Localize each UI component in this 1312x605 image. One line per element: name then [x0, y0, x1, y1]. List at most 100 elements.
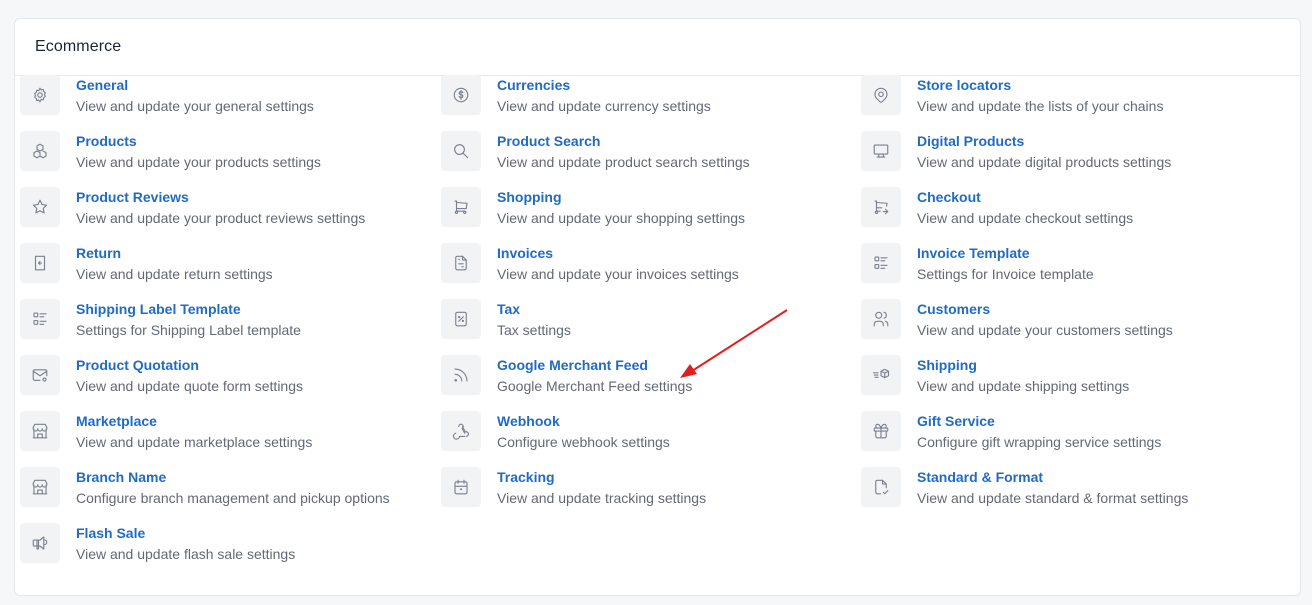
settings-item-product-search[interactable]: Product Search View and update product se… — [441, 130, 841, 174]
settings-item-tax[interactable]: Tax Tax settings — [441, 298, 841, 342]
receipt-tax-icon — [441, 299, 481, 339]
settings-item-title[interactable]: Currencies — [497, 76, 711, 94]
gift-icon — [861, 411, 901, 451]
settings-item-description: View and update your product reviews set… — [76, 210, 366, 226]
settings-item-text: Shopping View and update your shopping se… — [497, 186, 745, 228]
settings-item-title[interactable]: Products — [76, 132, 321, 150]
settings-item-shipping[interactable]: Shipping View and update shipping setting… — [861, 354, 1261, 398]
building-store-icon — [20, 467, 60, 507]
settings-item-title[interactable]: Product Search — [497, 132, 750, 150]
settings-item-marketplace[interactable]: Marketplace View and update marketplace s… — [20, 410, 420, 454]
settings-item-title[interactable]: Tax — [497, 300, 571, 318]
settings-item-tracking[interactable]: Tracking View and update tracking setting… — [441, 466, 841, 510]
settings-item-shopping[interactable]: Shopping View and update your shopping se… — [441, 186, 841, 230]
settings-item-google-merchant-feed[interactable]: Google Merchant Feed Google Merchant Feed… — [441, 354, 841, 398]
settings-item-description: Google Merchant Feed settings — [497, 378, 693, 394]
settings-item-store-locators[interactable]: Store locators View and update the lists … — [861, 74, 1261, 118]
settings-item-currencies[interactable]: Currencies View and update currency setti… — [441, 74, 841, 118]
settings-item-description: View and update your products settings — [76, 154, 321, 170]
settings-item-text: Products View and update your products se… — [76, 130, 321, 172]
settings-item-return[interactable]: Return View and update return settings — [20, 242, 420, 286]
settings-item-description: View and update tracking settings — [497, 490, 707, 506]
settings-item-text: Product Search View and update product se… — [497, 130, 750, 172]
card-title: Ecommerce — [35, 38, 122, 55]
map-pin-icon — [861, 75, 901, 115]
settings-item-title[interactable]: Store locators — [917, 76, 1163, 94]
return-receipt-icon — [20, 243, 60, 283]
settings-item-invoices[interactable]: Invoices View and update your invoices se… — [441, 242, 841, 286]
settings-item-title[interactable]: Checkout — [917, 188, 1133, 206]
settings-item-description: View and update digital products setting… — [917, 154, 1172, 170]
settings-item-title[interactable]: Shopping — [497, 188, 745, 206]
cubes-icon — [20, 131, 60, 171]
settings-item-customers[interactable]: Customers View and update your customers … — [861, 298, 1261, 342]
settings-item-checkout[interactable]: Checkout View and update checkout setting… — [861, 186, 1261, 230]
file-check-icon — [861, 467, 901, 507]
settings-item-title[interactable]: Tracking — [497, 468, 706, 486]
settings-item-title[interactable]: Standard & Format — [917, 468, 1188, 486]
settings-item-title[interactable]: Product Quotation — [76, 356, 303, 374]
settings-item-title[interactable]: Customers — [917, 300, 1173, 318]
settings-item-invoice-template[interactable]: Invoice Template Settings for Invoice tem… — [861, 242, 1261, 286]
monitor-icon — [861, 131, 901, 171]
settings-item-description: Tax settings — [497, 322, 571, 338]
settings-item-title[interactable]: Branch Name — [76, 468, 390, 486]
settings-item-description: View and update standard & format settin… — [917, 490, 1189, 506]
settings-item-title[interactable]: Google Merchant Feed — [497, 356, 692, 374]
settings-item-title[interactable]: Flash Sale — [76, 524, 295, 542]
list-details-icon — [861, 243, 901, 283]
calendar-clock-icon — [441, 467, 481, 507]
settings-item-description: View and update return settings — [76, 266, 273, 282]
settings-item-product-reviews[interactable]: Product Reviews View and update your prod… — [20, 186, 420, 230]
settings-item-title[interactable]: Gift Service — [917, 412, 1161, 430]
settings-item-title[interactable]: Invoice Template — [917, 244, 1094, 262]
settings-item-text: Product Reviews View and update your prod… — [76, 186, 365, 228]
truck-delivery-icon — [861, 355, 901, 395]
settings-item-digital-products[interactable]: Digital Products View and update digital … — [861, 130, 1261, 174]
settings-item-text: Shipping View and update shipping setting… — [917, 354, 1129, 396]
file-invoice-icon — [441, 243, 481, 283]
settings-item-product-quotation[interactable]: Product Quotation View and update quote f… — [20, 354, 420, 398]
settings-item-description: View and update your shopping settings — [497, 210, 746, 226]
settings-item-description: Configure gift wrapping service settings — [917, 434, 1162, 450]
settings-item-title[interactable]: Invoices — [497, 244, 739, 262]
settings-item-title[interactable]: General — [76, 76, 314, 94]
settings-item-title[interactable]: Digital Products — [917, 132, 1171, 150]
settings-item-title[interactable]: Shipping — [917, 356, 1129, 374]
star-icon — [20, 187, 60, 227]
settings-item-general[interactable]: General View and update your general sett… — [20, 74, 420, 118]
store-icon — [20, 411, 60, 451]
settings-item-text: Branch Name Configure branch management a… — [76, 466, 390, 508]
settings-item-description: View and update your customers settings — [917, 322, 1173, 338]
settings-item-text: Flash Sale View and update flash sale set… — [76, 522, 295, 564]
settings-item-text: Invoice Template Settings for Invoice tem… — [917, 242, 1094, 284]
settings-item-description: View and update flash sale settings — [76, 546, 296, 562]
settings-item-standard-and-format[interactable]: Standard & Format View and update standar… — [861, 466, 1261, 510]
settings-item-text: Standard & Format View and update standar… — [917, 466, 1188, 508]
settings-item-products[interactable]: Products View and update your products se… — [20, 130, 420, 174]
settings-item-text: Checkout View and update checkout setting… — [917, 186, 1133, 228]
settings-item-description: View and update shipping settings — [917, 378, 1130, 394]
settings-item-description: Configure webhook settings — [497, 434, 670, 450]
settings-item-text: Customers View and update your customers … — [917, 298, 1173, 340]
settings-item-title[interactable]: Marketplace — [76, 412, 312, 430]
settings-item-title[interactable]: Product Reviews — [76, 188, 365, 206]
settings-item-gift-service[interactable]: Gift Service Configure gift wrapping serv… — [861, 410, 1261, 454]
settings-item-text: Store locators View and update the lists … — [917, 74, 1163, 116]
users-icon — [861, 299, 901, 339]
settings-item-description: View and update the lists of your chains — [917, 98, 1164, 114]
settings-item-branch-name[interactable]: Branch Name Configure branch management a… — [20, 466, 420, 510]
settings-item-text: Tracking View and update tracking setting… — [497, 466, 706, 508]
settings-item-shipping-label-template[interactable]: Shipping Label Template Settings for Ship… — [20, 298, 420, 342]
settings-item-title[interactable]: Shipping Label Template — [76, 300, 301, 318]
settings-item-text: Gift Service Configure gift wrapping serv… — [917, 410, 1161, 452]
cart-arrow-icon — [861, 187, 901, 227]
settings-item-title[interactable]: Return — [76, 244, 273, 262]
settings-item-flash-sale[interactable]: Flash Sale View and update flash sale set… — [20, 522, 420, 566]
shopping-cart-icon — [441, 187, 481, 227]
settings-item-description: View and update product search settings — [497, 154, 750, 170]
settings-item-description: View and update checkout settings — [917, 210, 1134, 226]
settings-item-title[interactable]: Webhook — [497, 412, 670, 430]
settings-item-text: Marketplace View and update marketplace s… — [76, 410, 312, 452]
settings-item-webhook[interactable]: Webhook Configure webhook settings — [441, 410, 841, 454]
